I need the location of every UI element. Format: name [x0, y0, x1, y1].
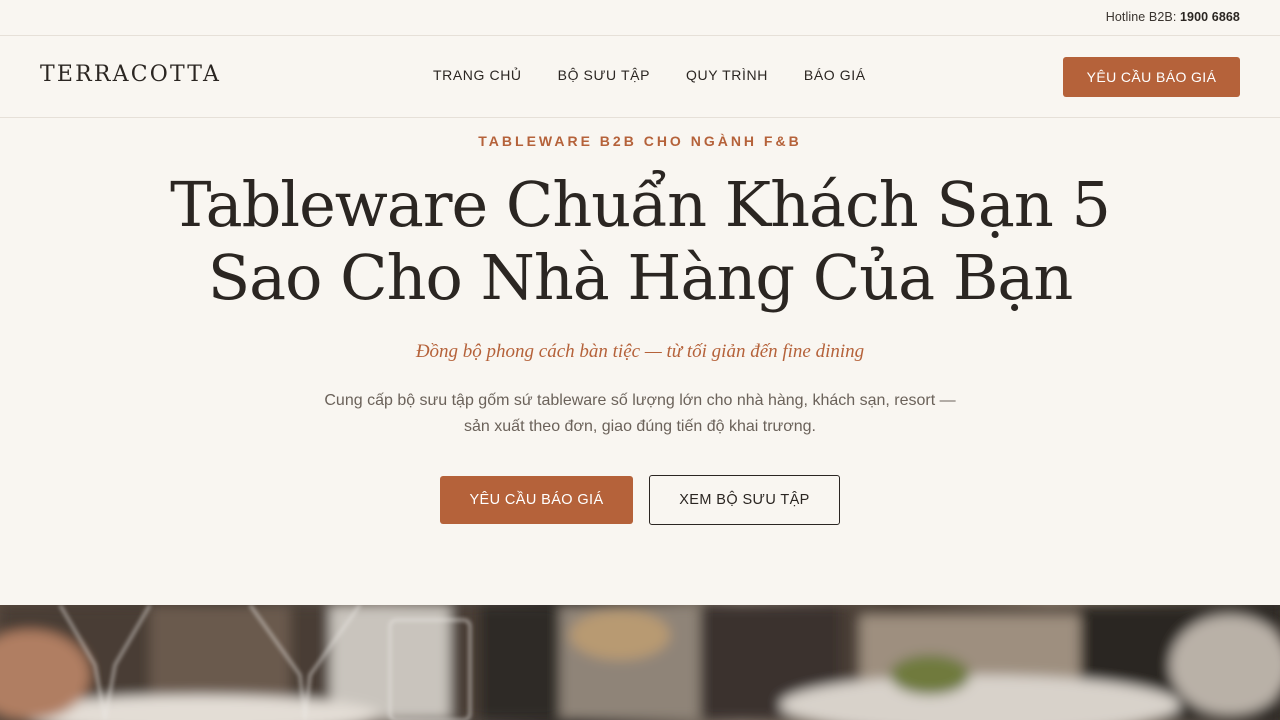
hero-description-line-1: Cung cấp bộ sưu tập gốm sứ tableware số … — [324, 392, 956, 409]
nav-item-home[interactable]: TRANG CHỦ — [433, 67, 522, 83]
logo[interactable]: TERRACOTTA — [40, 62, 221, 87]
site-header: TERRACOTTA TRANG CHỦ BỘ SƯU TẬP QUY TRÌN… — [0, 36, 1280, 118]
hotline[interactable]: Hotline B2B: 1900 6868 — [1106, 10, 1240, 24]
header-request-quote-button[interactable]: YÊU CẦU BÁO GIÁ — [1063, 57, 1240, 97]
hero-title: Tableware Chuẩn Khách Sạn 5 Sao Cho Nhà … — [140, 168, 1140, 314]
hero-tagline: Đồng bộ phong cách bàn tiệc — từ tối giả… — [415, 341, 865, 362]
restaurant-photo-illustration — [0, 605, 1280, 720]
hero-description: Cung cấp bộ sưu tập gốm sứ tableware số … — [290, 388, 990, 440]
hero-description-line-2: sản xuất theo đơn, giao đúng tiến độ kha… — [464, 418, 816, 435]
hero-request-quote-button[interactable]: YÊU CẦU BÁO GIÁ — [440, 476, 633, 524]
hero-restaurant-photo — [0, 605, 1280, 720]
hero-title-line-1: Tableware Chuẩn Khách Sạn 5 — [170, 168, 1111, 241]
main-nav: TRANG CHỦ BỘ SƯU TẬP QUY TRÌNH BÁO GIÁ — [433, 67, 902, 83]
top-utility-bar: Hotline B2B: 1900 6868 — [0, 0, 1280, 36]
hotline-number[interactable]: 1900 6868 — [1180, 10, 1240, 24]
nav-item-collection[interactable]: BỘ SƯU TẬP — [558, 67, 650, 83]
nav-item-quote[interactable]: BÁO GIÁ — [804, 67, 866, 83]
view-collection-button[interactable]: XEM BỘ SƯU TẬP — [649, 475, 840, 525]
nav-item-process[interactable]: QUY TRÌNH — [686, 67, 768, 83]
hero-eyebrow: TABLEWARE B2B CHO NGÀNH F&B — [478, 133, 802, 149]
hotline-label: Hotline B2B: — [1105, 10, 1177, 24]
hero-title-line-2: Sao Cho Nhà Hàng Của Bạn — [207, 241, 1074, 314]
